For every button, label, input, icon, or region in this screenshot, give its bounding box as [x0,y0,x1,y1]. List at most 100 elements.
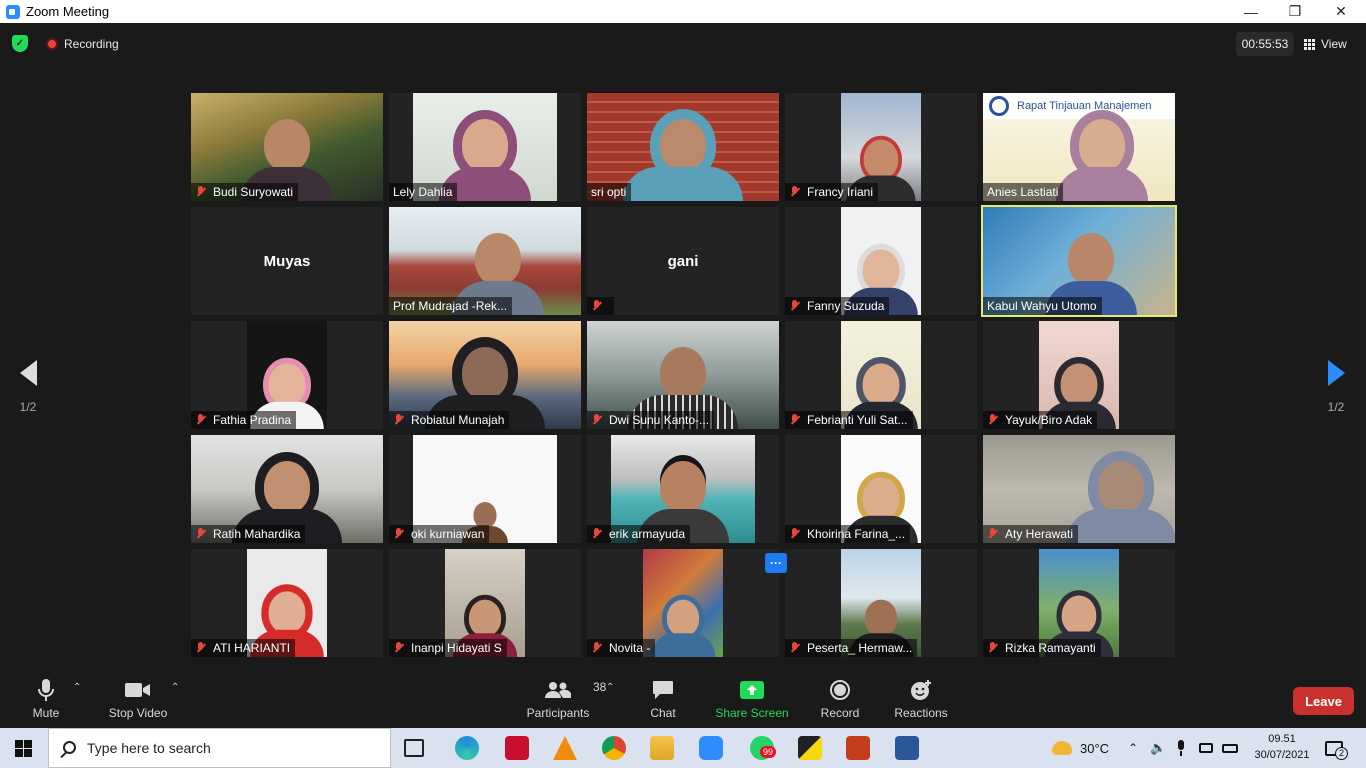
participant-tile[interactable]: Dwi Sunu Kanto-... [587,321,779,429]
participant-name-label: Robiatul Munajah [389,411,510,429]
video-options-caret[interactable]: ⌃ [171,682,179,693]
mic-muted-icon [789,186,801,198]
mic-muted-icon [195,186,207,198]
chrome-browser-icon[interactable] [602,736,626,760]
network-icon[interactable] [1199,728,1213,768]
participant-tile[interactable]: ··· Novita - [587,549,787,657]
mic-muted-icon [195,528,207,540]
participant-figure [1066,461,1175,543]
participant-tile[interactable]: Inanpi Hidayati S [389,549,581,657]
participant-tile[interactable]: Rapat Tinjauan Manajemen Anies Lastiati [983,93,1175,201]
edge-browser-icon[interactable] [455,736,479,760]
gift-app-icon[interactable] [505,736,529,760]
participant-tile[interactable]: Febrianti Yuli Sat... [785,321,977,429]
clock-date: 30/07/2021 [1254,749,1310,761]
participant-tile[interactable]: sri opti [587,93,779,201]
meeting-toolbar: Mute ⌃ Stop Video ⌃ 38 Participants ⌃ Ch… [0,672,1366,728]
participant-tile[interactable]: Francy Iriani [785,93,977,201]
windows-start-icon[interactable] [15,740,32,757]
minimize-button[interactable]: — [1228,0,1274,23]
arrow-right-icon [1327,360,1345,386]
mic-muted-icon [393,414,405,426]
window-title: Zoom Meeting [26,4,110,19]
taskbar-clock[interactable]: 09.51 30/07/2021 [1247,731,1317,763]
word-icon[interactable] [895,736,919,760]
task-view-icon[interactable] [404,739,424,757]
participant-figure [1056,119,1149,201]
participant-tile[interactable]: Robiatul Munajah [389,321,581,429]
page-indicator-left: 1/2 [19,400,37,414]
vlc-player-icon[interactable] [553,736,577,760]
arrow-left-icon [19,360,37,386]
participant-name-label: oki kurniawan [389,525,490,543]
participant-name-label: Francy Iriani [785,183,879,201]
participant-tile[interactable]: Peserta_ Hermaw... [785,549,977,657]
participant-tile[interactable]: Lely Dahlia [389,93,581,201]
zoom-app-icon [6,4,20,19]
participant-name-label: Rizka Ramayanti [983,639,1101,657]
participant-name-label: Prof Mudrajad -Rek... [389,297,513,315]
participant-tile[interactable]: ATI HARIANTI [191,549,383,657]
participant-tile[interactable]: Rizka Ramayanti [983,549,1175,657]
mute-button[interactable]: Mute [28,676,64,724]
mic-muted-icon [591,300,603,312]
participant-name-label: Lely Dahlia [389,183,458,201]
previous-page-button[interactable]: 1/2 [13,360,43,414]
participant-name-label [587,297,614,315]
file-explorer-icon[interactable] [650,736,674,760]
battery-icon[interactable] [1222,728,1238,768]
more-options-button[interactable]: ··· [765,553,787,573]
mic-muted-icon [987,528,999,540]
chat-button[interactable]: Chat [648,676,678,724]
participant-tile[interactable]: Fathia Pradina [191,321,383,429]
stop-video-button[interactable]: Stop Video [107,676,169,724]
participants-options-caret[interactable]: ⌃ [606,682,614,693]
reactions-button[interactable]: Reactions [893,676,949,724]
share-screen-icon [740,676,764,704]
participants-button[interactable]: 38 Participants [526,676,607,724]
microphone-tray-icon[interactable] [1176,728,1186,768]
weather-temperature: 30°C [1080,740,1110,756]
participant-tile[interactable]: oki kurniawan [389,435,581,543]
participant-name-label: Febrianti Yuli Sat... [785,411,913,429]
participant-tile[interactable]: Budi Suryowati [191,93,383,201]
meeting-topbar: ✓ Recording 00:55:53 View [0,23,1366,63]
powerpoint-icon[interactable] [846,736,870,760]
participant-tile[interactable]: Khoirina Farina_... [785,435,977,543]
active-speaker-tile[interactable]: Kabul Wahyu Utomo [981,205,1177,317]
participant-tile[interactable]: Prof Mudrajad -Rek... [389,207,581,315]
show-hidden-icons-button[interactable]: ⌃ [1128,728,1138,768]
participant-tile[interactable]: Aty Herawati [983,435,1175,543]
record-button[interactable]: Record [820,676,860,724]
participant-tile[interactable]: erik armayuda [587,435,779,543]
weather-widget[interactable]: 30°C [1052,728,1109,768]
taskbar-search-input[interactable]: Type here to search [48,728,391,768]
notifications-icon[interactable]: 2 [1325,728,1348,768]
zoom-taskbar-icon[interactable] [699,736,723,760]
participant-tile[interactable]: Yayuk/Biro Adak [983,321,1175,429]
mic-muted-icon [393,642,405,654]
recording-indicator[interactable]: Recording [46,37,119,51]
mic-muted-icon [591,642,603,654]
participant-name-label: Inanpi Hidayati S [389,639,507,657]
participant-tile[interactable]: Muyas [191,207,383,315]
next-page-button[interactable]: 1/2 [1321,360,1351,414]
meeting-timer: 00:55:53 [1236,32,1294,56]
sticky-notes-icon[interactable] [798,736,822,760]
leave-button[interactable]: Leave [1293,687,1354,715]
share-screen-button[interactable]: Share Screen [715,676,789,724]
video-camera-icon [125,676,151,704]
maximize-button[interactable]: ❐ [1272,0,1318,23]
participant-tile[interactable]: gani [587,207,779,315]
encryption-shield-icon[interactable]: ✓ [12,35,28,52]
participant-tile[interactable]: Ratih Mahardika [191,435,383,543]
participant-name-label: Khoirina Farina_... [785,525,911,543]
audio-options-caret[interactable]: ⌃ [73,682,81,693]
participant-figure [650,599,716,657]
participant-name-label: Aty Herawati [983,525,1079,543]
participant-tile[interactable]: Fanny Suzuda [785,207,977,315]
speaker-icon[interactable]: 🔈 [1150,728,1166,768]
close-button[interactable]: ✕ [1318,0,1364,23]
view-button[interactable]: View [1304,32,1347,56]
whatsapp-icon[interactable]: 99 [750,736,777,760]
